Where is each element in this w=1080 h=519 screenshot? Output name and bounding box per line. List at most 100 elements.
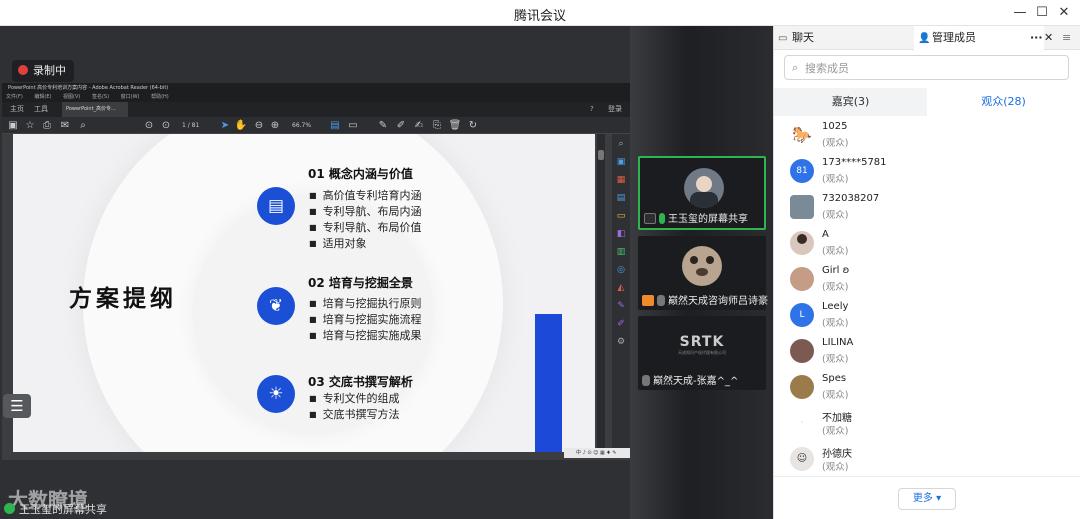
tab-members-label: 管理成员 (932, 31, 976, 44)
reader-menu-file[interactable]: 文件(F) (6, 94, 23, 100)
minimize-button[interactable]: — (1010, 3, 1030, 23)
section-2-item: 培育与挖掘实施成果 (309, 327, 422, 343)
window-title: 腾讯会议 (513, 9, 566, 24)
zoom-level[interactable]: 66.7% (292, 117, 311, 134)
combine-icon[interactable]: ◧ (615, 228, 627, 240)
member-role: (观众) (822, 210, 849, 221)
members-panel: ▭聊天 👤管理成员 ··· ✕ ≡ ⌕ 嘉宾(3) 观众(28) 🐎 1025 … (773, 26, 1080, 519)
sign-icon[interactable]: ✎ (615, 300, 627, 312)
reader-tab-tools[interactable]: 工具 (30, 102, 52, 117)
mic-icon (4, 503, 15, 514)
reader-menu-help[interactable]: 帮助(H) (151, 94, 169, 100)
export-pdf-icon[interactable]: ▣ (615, 156, 627, 168)
protect-icon[interactable]: ◭ (615, 282, 627, 294)
reader-scrollbar[interactable] (597, 134, 605, 452)
member-list[interactable]: 🐎 1025 (观众) 81 173****5781 (观众) 73203820… (774, 118, 1080, 474)
select-arrow-icon[interactable]: ➤ (218, 117, 232, 134)
reader-menu-window[interactable]: 窗口(W) (121, 94, 140, 100)
comment-icon[interactable]: ▭ (346, 117, 360, 134)
zoom-out-icon[interactable]: ⊖ (252, 117, 266, 134)
note-icon[interactable]: ✎ (376, 117, 390, 134)
close-button[interactable]: ✕ (1054, 3, 1074, 23)
maximize-button[interactable]: ☐ (1032, 3, 1052, 23)
video-tile[interactable]: SRTK 天成知识产权代理有限公司 巅然天成-张嘉^_^ (638, 316, 766, 390)
zoom-in-icon[interactable]: ⊕ (268, 117, 282, 134)
zoom-search-icon[interactable]: ⌕ (76, 117, 90, 134)
company-logo: SRTK 天成知识产权代理有限公司 (678, 334, 726, 356)
fit-page-icon[interactable]: ▤ (328, 117, 342, 134)
close-panel-icon[interactable]: ✕ (1040, 26, 1056, 50)
fill-sign-icon[interactable]: ✐ (615, 318, 627, 330)
list-item[interactable]: 732038207 (观众) (774, 190, 1080, 226)
tab-guests[interactable]: 嘉宾(3) (774, 88, 927, 116)
reader-menu-view[interactable]: 视图(V) (63, 94, 80, 100)
participant-avatar (682, 246, 722, 286)
tab-chat[interactable]: ▭ 聊天 (774, 26, 910, 50)
help-icon[interactable]: ? (586, 102, 598, 117)
list-item[interactable]: L Leely (观众) (774, 298, 1080, 334)
reader-status-strip: 中 ♪ ⊙ ☺ ▦ ♦ ✎ (564, 448, 630, 458)
pen-icon[interactable]: ✐ (394, 117, 408, 134)
mail-icon[interactable]: ✉ (58, 117, 72, 134)
member-avatar (790, 375, 814, 399)
screen-share-icon (644, 213, 656, 224)
create-pdf-icon[interactable]: ▤ (615, 192, 627, 204)
member-role: (观众) (822, 282, 849, 293)
star-icon[interactable]: ☆ (23, 117, 37, 134)
organize-icon[interactable]: ▥ (615, 246, 627, 258)
section-1-item: 适用对象 (309, 235, 367, 251)
section-3-heading: 03 交底书撰写解析 (308, 375, 413, 389)
participant-avatar (684, 168, 724, 208)
video-tile[interactable]: 巅然天成咨询师吕诗豪 (638, 236, 768, 310)
save-icon[interactable]: ▣ (6, 117, 20, 134)
panel-menu-icon[interactable]: ≡ (1058, 26, 1078, 50)
edit-pdf-icon[interactable]: ▦ (615, 174, 627, 186)
list-item[interactable]: Girl ʚ (观众) (774, 262, 1080, 298)
list-item[interactable]: Spes (观众) (774, 370, 1080, 406)
list-item[interactable]: · 不加糖 (观众) (774, 406, 1080, 442)
member-name: 1025 (822, 121, 848, 132)
recording-indicator[interactable]: 录制中 (12, 60, 74, 82)
comment-tool-icon[interactable]: ▭ (615, 210, 627, 222)
member-name: 732038207 (822, 193, 880, 204)
video-tile[interactable]: 王玉玺的屏幕共享 (638, 156, 766, 230)
more-tools-icon[interactable]: ⚙ (615, 336, 627, 348)
member-name: Spes (822, 373, 847, 384)
reader-menu-edit[interactable]: 编辑(E) (34, 94, 51, 100)
page-up-icon[interactable]: ⊙ (142, 117, 156, 134)
member-name: A (822, 229, 829, 240)
list-item[interactable]: A (观众) (774, 226, 1080, 262)
hand-icon[interactable]: ✋ (234, 117, 248, 134)
page-indicator[interactable]: 1 / 81 (182, 117, 199, 134)
member-avatar: · (790, 411, 814, 435)
highlight-icon[interactable]: ✍ (412, 117, 426, 134)
print-icon[interactable]: ⎙ (40, 117, 54, 134)
reader-menu-sign[interactable]: 签名(S) (92, 94, 109, 100)
tab-audience[interactable]: 观众(28) (927, 88, 1080, 116)
window-titlebar: 腾讯会议 — ☐ ✕ (0, 0, 1080, 26)
member-avatar (790, 267, 814, 291)
list-item[interactable]: LILINA (观众) (774, 334, 1080, 370)
member-role: (观众) (822, 426, 849, 437)
tab-manage-members[interactable]: 👤 管理成员 (914, 26, 1044, 50)
list-item[interactable]: 🐎 1025 (观众) (774, 118, 1080, 154)
page-down-icon[interactable]: ⊙ (159, 117, 173, 134)
trash-icon[interactable]: 🗑 (448, 117, 462, 134)
list-item[interactable]: ☺ 孙德庆 (观众) (774, 442, 1080, 474)
list-menu-icon[interactable]: ☰ (3, 394, 31, 418)
list-item[interactable]: 81 173****5781 (观众) (774, 154, 1080, 190)
search-input[interactable] (805, 59, 1055, 77)
member-search[interactable]: ⌕ (784, 55, 1069, 80)
stamp-icon[interactable]: ⎘ (430, 117, 444, 134)
rotate-icon[interactable]: ↻ (466, 117, 480, 134)
reader-login[interactable]: 登录 (604, 102, 626, 117)
scroll-thumb[interactable] (598, 150, 604, 160)
scan-icon[interactable]: ◎ (615, 264, 627, 276)
reader-tab-document[interactable]: PowerPoint_高价专... (62, 102, 128, 117)
document-icon: ▤ (257, 187, 295, 225)
reader-tab-home[interactable]: 主页 (6, 102, 28, 117)
more-members-button[interactable]: 更多 ▾ (898, 488, 956, 510)
zoom-tool-icon[interactable]: ⌕ (615, 138, 627, 150)
member-name: Girl ʚ (822, 265, 850, 276)
mic-icon (659, 213, 665, 224)
